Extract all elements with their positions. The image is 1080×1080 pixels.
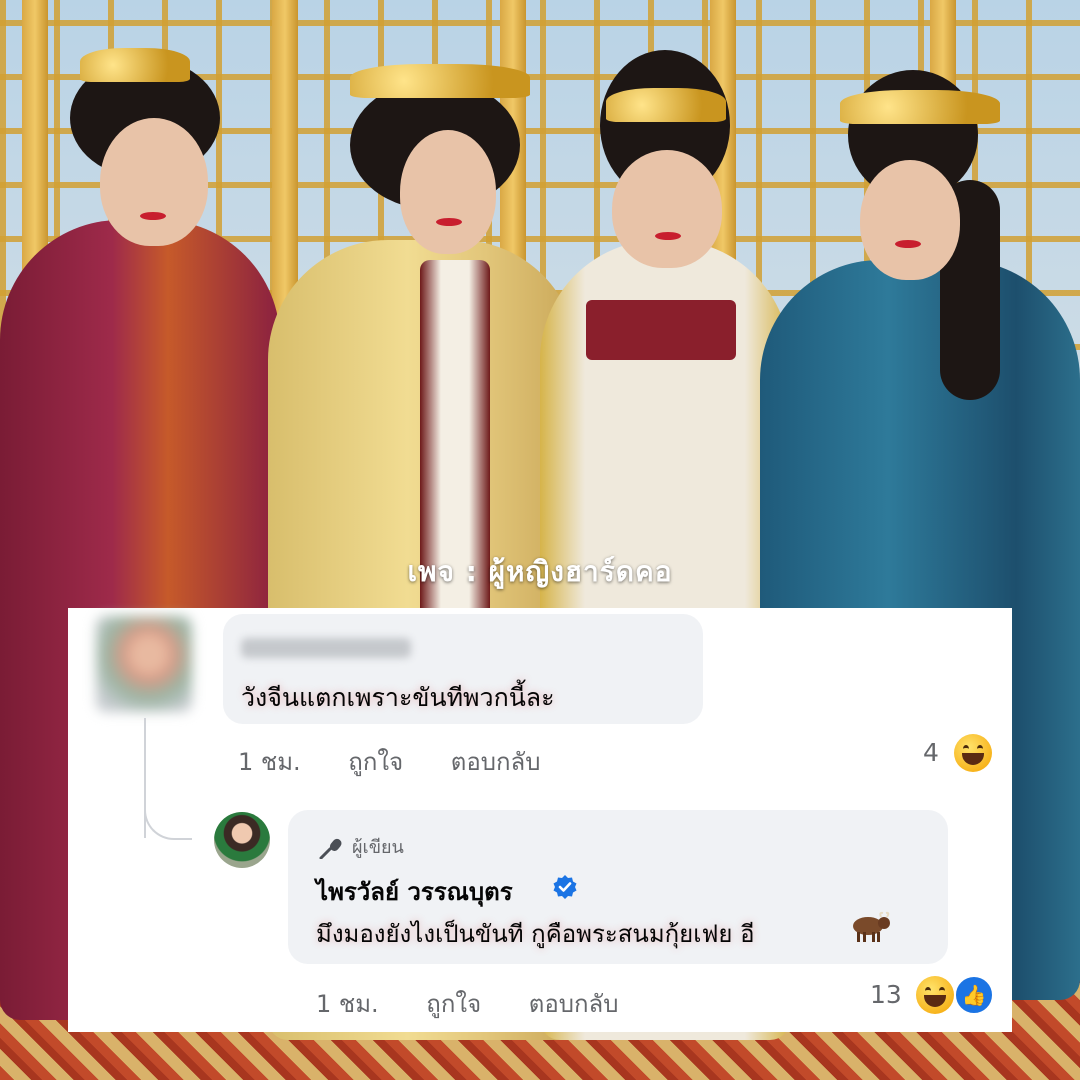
page-watermark: เพจ : ผู้หญิงฮาร์ดคอ xyxy=(407,555,673,588)
like-button[interactable]: ถูกใจ xyxy=(348,748,403,776)
haha-emoji-icon[interactable] xyxy=(954,734,992,772)
like-icon[interactable]: 👍 xyxy=(954,975,994,1015)
comment-actions: 1 ชม. ถูกใจ ตอบกลับ xyxy=(238,742,580,781)
ox-emoji-icon xyxy=(853,911,890,942)
thread-connector xyxy=(144,788,192,840)
comment-card: วังจีนแตกเพราะขันทีพวกนี้ละ 1 ชม. ถูกใจ … xyxy=(68,608,1012,1032)
reply-like-button[interactable]: ถูกใจ xyxy=(426,990,481,1018)
microphone-icon xyxy=(319,838,342,859)
comment-time: 1 ชม. xyxy=(238,748,301,776)
reply-reply-button[interactable]: ตอบกลับ xyxy=(529,990,619,1018)
reply-bubble: ผู้เขียน ไพรวัลย์ วรรณบุตร มึงมองยังไงเป… xyxy=(288,810,948,964)
author-badge-label: ผู้เขียน xyxy=(352,837,404,858)
reply-button[interactable]: ตอบกลับ xyxy=(451,748,541,776)
author-badge: ผู้เขียน xyxy=(318,832,404,861)
comment-bubble: วังจีนแตกเพราะขันทีพวกนี้ละ xyxy=(223,614,703,724)
commenter-name-blurred[interactable] xyxy=(241,638,411,658)
author-name[interactable]: ไพรวัลย์ วรรณบุตร xyxy=(316,872,513,911)
reply-text: มึงมองยังไงเป็นขันที กูคือพระสนมกุ้ยเฟย … xyxy=(316,920,755,948)
comment-text: วังจีนแตกเพราะขันทีพวกนี้ละ xyxy=(241,683,555,712)
reply-time: 1 ชม. xyxy=(316,990,379,1018)
verified-badge-icon xyxy=(553,875,577,899)
commenter-avatar-blurred[interactable] xyxy=(96,616,192,712)
author-avatar[interactable] xyxy=(214,812,270,868)
reply-actions: 1 ชม. ถูกใจ ตอบกลับ xyxy=(316,984,658,1023)
haha-emoji-icon[interactable] xyxy=(916,976,954,1014)
reaction-count[interactable]: 4 xyxy=(923,738,939,767)
reply-reaction-count[interactable]: 13 xyxy=(870,980,902,1009)
